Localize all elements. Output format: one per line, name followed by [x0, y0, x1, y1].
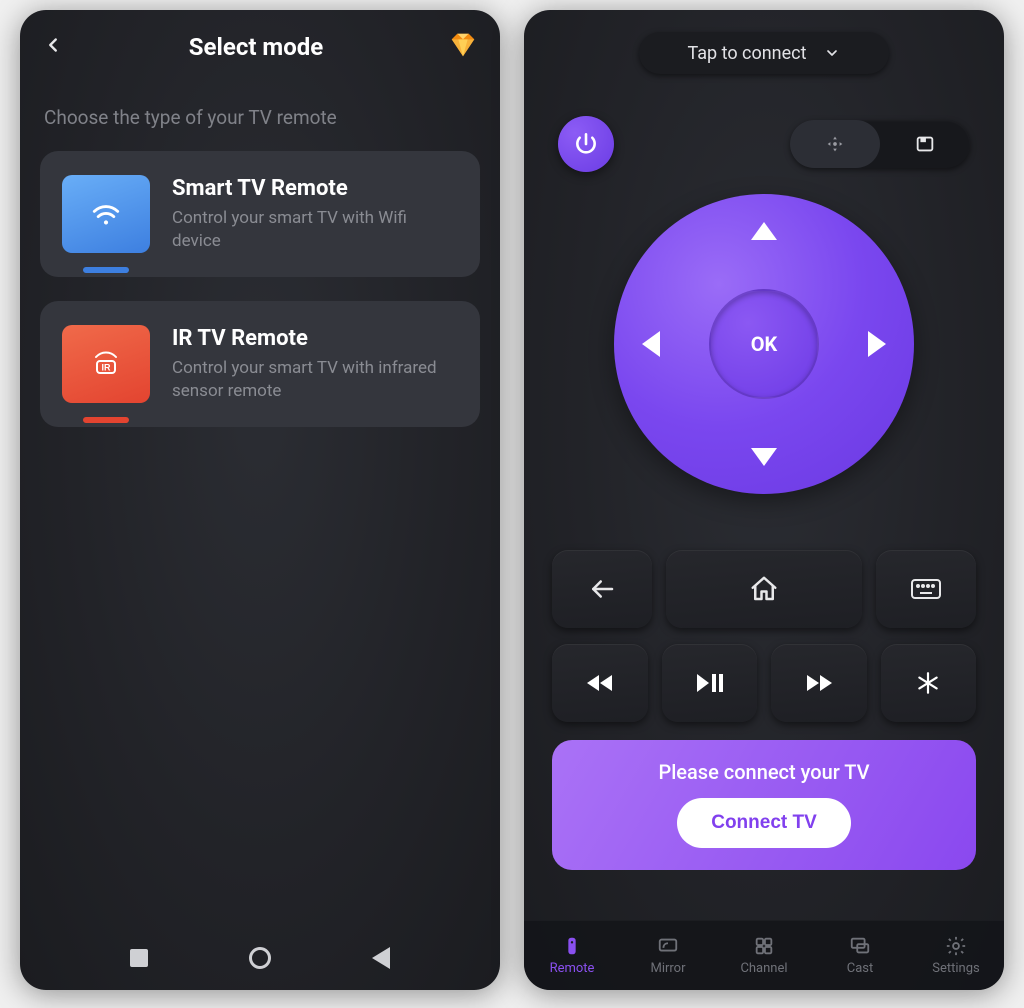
option-title: Smart TV Remote [172, 176, 458, 201]
chevron-left-icon [42, 34, 64, 56]
nav-mirror[interactable]: Mirror [620, 921, 716, 990]
star-button[interactable] [881, 644, 977, 722]
home-icon [749, 574, 779, 604]
channel-icon [753, 935, 775, 957]
option-text: Smart TV Remote Control your smart TV wi… [172, 176, 458, 253]
button-grid [524, 550, 1004, 722]
top-controls [524, 116, 1004, 172]
dpad-down[interactable] [751, 448, 777, 466]
nav-label: Channel [740, 961, 787, 976]
mirror-icon [657, 935, 679, 957]
connect-label: Tap to connect [688, 43, 807, 64]
chevron-down-icon [824, 45, 840, 61]
option-ir-tv[interactable]: IR IR TV Remote Control your smart TV wi… [40, 301, 480, 427]
svg-text:IR: IR [102, 363, 112, 373]
mode-toggle [790, 120, 970, 168]
top-bar: Select mode [20, 10, 500, 84]
cast-icon [849, 935, 871, 957]
android-home-button[interactable] [249, 947, 271, 969]
dpad-mode-icon [824, 133, 846, 155]
forward-icon [804, 671, 834, 695]
keyboard-icon [910, 576, 942, 602]
dpad-up[interactable] [751, 222, 777, 240]
connect-dropdown[interactable]: Tap to connect [639, 32, 889, 74]
nav-channel[interactable]: Channel [716, 921, 812, 990]
nav-label: Mirror [650, 961, 685, 976]
dpad-area: OK [524, 194, 1004, 494]
keyboard-button[interactable] [876, 550, 976, 628]
dpad-right[interactable] [868, 331, 886, 357]
dpad: OK [614, 194, 914, 494]
power-icon [573, 131, 599, 157]
back-nav-button[interactable] [552, 550, 652, 628]
power-button[interactable] [558, 116, 614, 172]
mode-touchpad[interactable] [880, 120, 970, 168]
android-back-button[interactable] [372, 947, 390, 969]
banner-message: Please connect your TV [552, 760, 976, 784]
forward-button[interactable] [771, 644, 867, 722]
play-pause-button[interactable] [662, 644, 758, 722]
rewind-button[interactable] [552, 644, 648, 722]
connect-banner: Please connect your TV Connect TV [552, 740, 976, 870]
ir-tv-icon: IR [62, 325, 150, 403]
android-nav-bar [20, 926, 500, 990]
home-nav-button[interactable] [666, 550, 862, 628]
option-desc: Control your smart TV with infrared sens… [172, 357, 458, 403]
nav-label: Settings [932, 961, 979, 976]
nav-cast[interactable]: Cast [812, 921, 908, 990]
ir-icon: IR [86, 349, 126, 379]
smart-tv-icon [62, 175, 150, 253]
nav-settings[interactable]: Settings [908, 921, 1004, 990]
remote-screen: Tap to connect [524, 10, 1004, 990]
arrow-left-icon [587, 574, 617, 604]
subtitle: Choose the type of your TV remote [20, 84, 500, 143]
back-button[interactable] [42, 34, 64, 60]
nav-label: Cast [847, 961, 874, 976]
rewind-icon [585, 671, 615, 695]
mode-dpad[interactable] [790, 120, 880, 168]
bottom-nav: Remote Mirror Channel Cast Settings [524, 920, 1004, 990]
remote-icon [561, 935, 583, 957]
option-title: IR TV Remote [172, 326, 458, 351]
option-desc: Control your smart TV with Wifi device [172, 207, 458, 253]
page-title: Select mode [189, 33, 323, 61]
connect-tv-button[interactable]: Connect TV [677, 798, 851, 848]
nav-label: Remote [550, 961, 595, 976]
android-recent-button[interactable] [130, 949, 148, 967]
asterisk-icon [915, 670, 941, 696]
nav-remote[interactable]: Remote [524, 921, 620, 990]
touchpad-mode-icon [914, 133, 936, 155]
play-pause-icon [695, 671, 723, 695]
option-smart-tv[interactable]: Smart TV Remote Control your smart TV wi… [40, 151, 480, 277]
premium-button[interactable] [448, 30, 478, 64]
diamond-icon [448, 30, 478, 60]
wifi-icon [89, 201, 123, 227]
dpad-left[interactable] [642, 331, 660, 357]
gear-icon [945, 935, 967, 957]
dpad-ok[interactable]: OK [709, 289, 819, 399]
select-mode-screen: Select mode Choose the type of your TV r… [20, 10, 500, 990]
option-text: IR TV Remote Control your smart TV with … [172, 326, 458, 403]
